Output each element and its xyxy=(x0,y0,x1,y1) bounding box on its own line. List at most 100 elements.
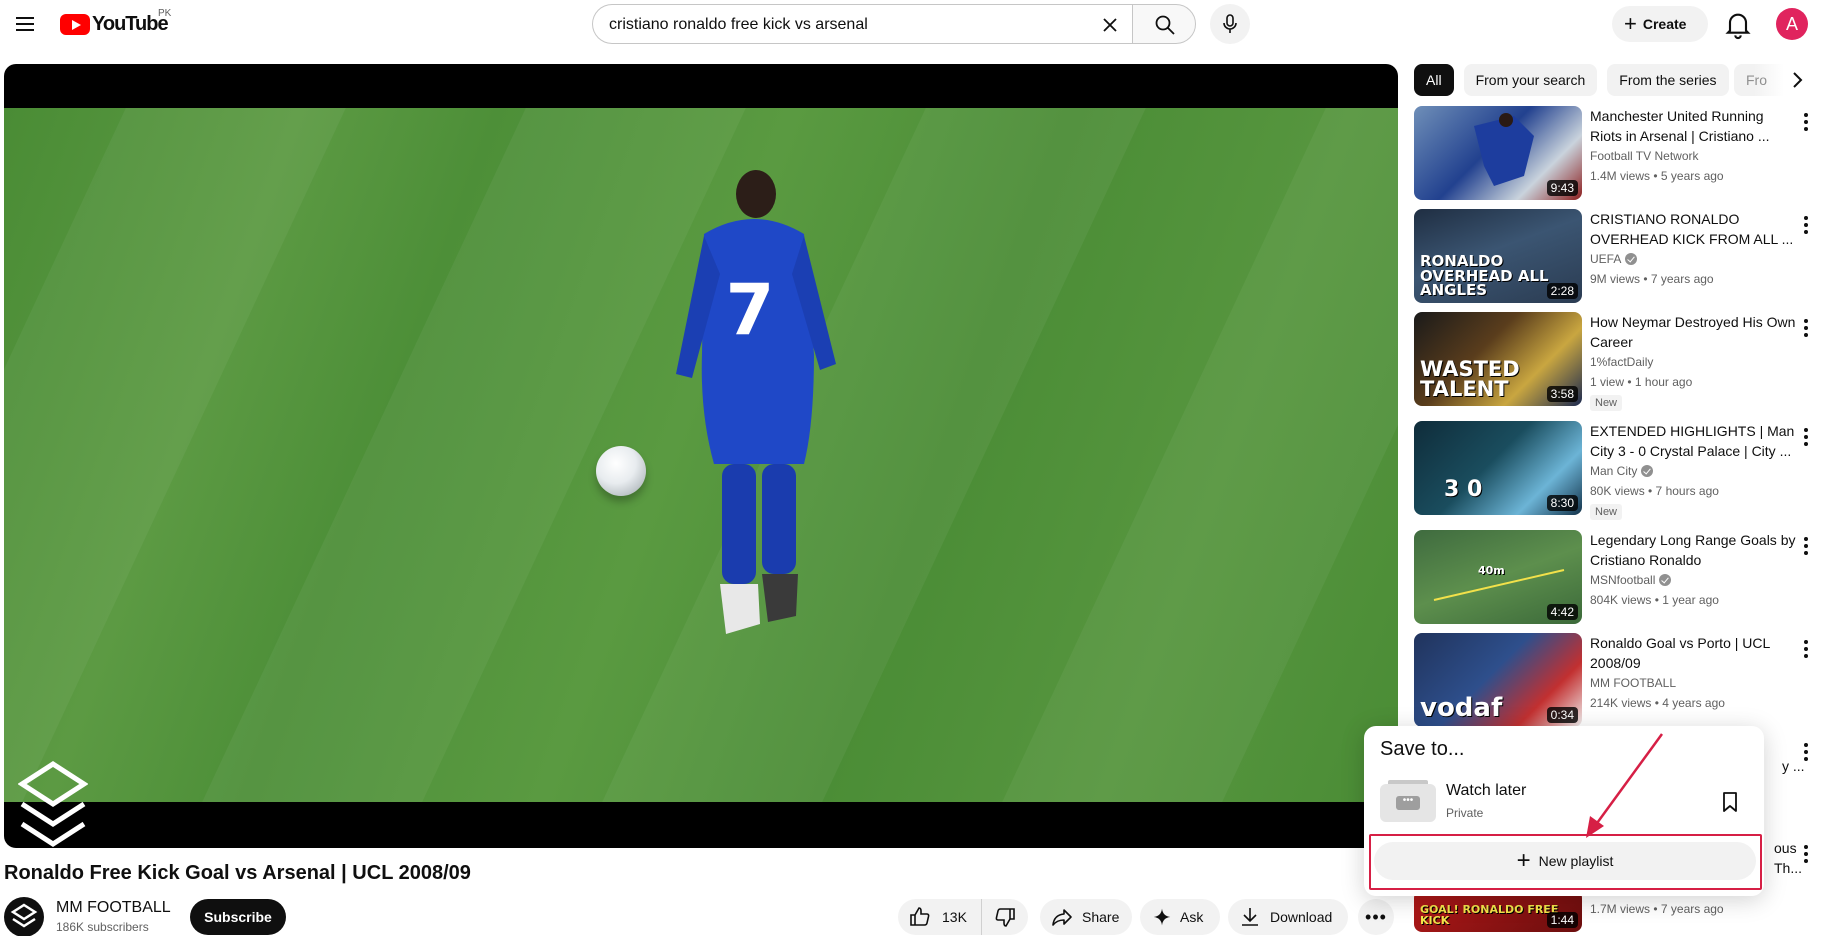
chevron-right-icon[interactable] xyxy=(1782,64,1814,96)
watch-later-thumbnail[interactable]: ••• xyxy=(1380,780,1436,822)
video-thumbnail[interactable]: 40m 4:42 xyxy=(1414,530,1582,624)
bookmark-icon[interactable] xyxy=(1718,790,1742,814)
kebab-menu-icon[interactable] xyxy=(1798,637,1814,661)
jersey-number: 7 xyxy=(726,269,775,351)
new-badge: New xyxy=(1590,395,1623,411)
play-logo-icon xyxy=(60,13,90,35)
like-button[interactable]: 13K xyxy=(898,899,982,935)
video-thumbnail[interactable]: WASTED TALENT 3:58 xyxy=(1414,312,1582,406)
channel-name[interactable]: UEFA xyxy=(1590,252,1638,266)
notifications-bell-icon[interactable] xyxy=(1722,8,1754,40)
more-dots-icon: ••• xyxy=(1365,906,1387,927)
video-title: Ronaldo Free Kick Goal vs Arsenal | UCL … xyxy=(4,862,471,884)
channel-name[interactable]: MM FOOTBALL xyxy=(1590,676,1676,690)
kebab-menu-icon[interactable] xyxy=(1798,425,1814,449)
like-count: 13K xyxy=(942,909,967,925)
search-input[interactable]: cristiano ronaldo free kick vs arsenal xyxy=(592,4,1132,44)
account-avatar[interactable]: A xyxy=(1776,8,1808,40)
video-title[interactable]: EXTENDED HIGHLIGHTS | Man City 3 - 0 Cry… xyxy=(1590,421,1798,461)
video-meta: 1.7M views • 7 years ago xyxy=(1590,902,1724,916)
new-playlist-label: New playlist xyxy=(1538,853,1614,869)
video-meta: 9M views • 7 years ago xyxy=(1590,272,1714,286)
video-title[interactable]: How Neymar Destroyed His Own Career xyxy=(1590,312,1798,352)
video-duration: 1:44 xyxy=(1546,912,1578,928)
search-icon xyxy=(1155,15,1175,35)
kebab-menu-icon[interactable] xyxy=(1798,213,1814,237)
channel-avatar[interactable] xyxy=(4,897,44,936)
playlist-name[interactable]: Watch later xyxy=(1446,782,1526,800)
kebab-menu-icon[interactable] xyxy=(1798,740,1814,764)
video-duration: 4:42 xyxy=(1546,604,1578,620)
search-query: cristiano ronaldo free kick vs arsenal xyxy=(609,16,868,33)
like-dislike-group: 13K xyxy=(898,899,1028,935)
download-label: Download xyxy=(1270,909,1333,925)
video-player[interactable]: 7 xyxy=(4,64,1398,848)
recommendation-item[interactable]: RONALDO OVERHEAD ALL ANGLES 2:28 CRISTIA… xyxy=(1414,209,1814,305)
dislike-button[interactable] xyxy=(982,899,1028,935)
chip-partial[interactable]: Fro xyxy=(1734,64,1784,96)
video-thumbnail[interactable]: 3 0 8:30 xyxy=(1414,421,1582,515)
recommendation-item[interactable]: WASTED TALENT 3:58 How Neymar Destroyed … xyxy=(1414,312,1814,418)
annotation-arrow-icon xyxy=(1586,733,1664,838)
video-duration: 8:30 xyxy=(1546,495,1578,511)
share-button[interactable]: Share xyxy=(1040,899,1132,935)
video-thumbnail[interactable]: vodaf 0:34 xyxy=(1414,633,1582,727)
thumbnail-text: 40m xyxy=(1478,563,1505,577)
verified-badge-icon xyxy=(1641,465,1654,477)
chip-all[interactable]: All xyxy=(1414,64,1454,96)
dialog-title: Save to... xyxy=(1380,738,1465,760)
create-button[interactable]: + Create xyxy=(1612,6,1708,42)
video-thumbnail[interactable]: GOAL! RONALDO FREE KICK 1:44 xyxy=(1414,890,1582,932)
recommendation-item[interactable]: 3 0 8:30 EXTENDED HIGHLIGHTS | Man City … xyxy=(1414,421,1814,527)
voice-search-button[interactable] xyxy=(1210,4,1250,44)
channel-name[interactable]: Man City xyxy=(1590,464,1654,478)
channel-name[interactable]: MM FOOTBALL xyxy=(56,899,171,917)
filter-chips: All From your search From the series xyxy=(1414,64,1729,96)
recommendation-item[interactable]: 40m 4:42 Legendary Long Range Goals by C… xyxy=(1414,530,1814,626)
chip-from-your-search[interactable]: From your search xyxy=(1463,64,1598,96)
more-actions-button[interactable]: ••• xyxy=(1358,899,1394,935)
new-playlist-button[interactable]: + New playlist xyxy=(1374,842,1756,880)
video-title[interactable]: Legendary Long Range Goals by Cristiano … xyxy=(1590,530,1798,570)
channel-name[interactable]: 1%factDaily xyxy=(1590,355,1653,369)
video-duration: 0:34 xyxy=(1546,707,1578,723)
ask-button[interactable]: Ask xyxy=(1140,899,1220,935)
thumbnail-text: vodaf xyxy=(1420,693,1503,724)
thumbs-down-icon xyxy=(995,908,1015,927)
channel-logo-icon xyxy=(10,903,38,928)
video-meta: 214K views • 4 years ago xyxy=(1590,696,1725,710)
share-arrow-icon xyxy=(1052,909,1072,926)
video-title[interactable]: CRISTIANO RONALDO OVERHEAD KICK FROM ALL… xyxy=(1590,209,1798,249)
ask-label: Ask xyxy=(1180,909,1204,925)
kebab-menu-icon[interactable] xyxy=(1798,534,1814,558)
more-dots-icon: ••• xyxy=(1396,796,1420,810)
plus-icon: + xyxy=(1516,847,1531,874)
video-duration: 3:58 xyxy=(1546,386,1578,402)
video-title[interactable]: Manchester United Running Riots in Arsen… xyxy=(1590,106,1798,146)
verified-badge-icon xyxy=(1659,574,1672,586)
recommendation-item[interactable]: 9:43 Manchester United Running Riots in … xyxy=(1414,106,1814,202)
download-button[interactable]: Download xyxy=(1228,899,1348,935)
channel-name[interactable]: MSNfootball xyxy=(1590,573,1672,587)
sparkle-icon xyxy=(1153,908,1171,926)
kebab-menu-icon[interactable] xyxy=(1798,842,1814,866)
channel-name[interactable]: Football TV Network xyxy=(1590,149,1699,163)
video-title[interactable]: Ronaldo Goal vs Porto | UCL 2008/09 xyxy=(1590,633,1798,673)
clear-search-icon[interactable] xyxy=(1098,13,1122,37)
video-meta: 80K views • 7 hours ago xyxy=(1590,484,1719,498)
footballer-figure: 7 xyxy=(676,170,836,634)
hamburger-menu-icon[interactable] xyxy=(14,12,38,36)
recommendation-item[interactable]: vodaf 0:34 Ronaldo Goal vs Porto | UCL 2… xyxy=(1414,633,1814,729)
subscribe-button[interactable]: Subscribe xyxy=(190,899,286,935)
search-button[interactable] xyxy=(1132,4,1196,44)
chip-from-the-series[interactable]: From the series xyxy=(1607,64,1729,96)
kebab-menu-icon[interactable] xyxy=(1798,110,1814,134)
youtube-logo[interactable]: YouTube xyxy=(60,12,169,36)
kebab-menu-icon[interactable] xyxy=(1798,316,1814,340)
video-thumbnail[interactable]: RONALDO OVERHEAD ALL ANGLES 2:28 xyxy=(1414,209,1582,303)
logo-text: YouTube xyxy=(92,12,169,35)
video-duration: 2:28 xyxy=(1546,283,1578,299)
video-thumbnail[interactable]: 9:43 xyxy=(1414,106,1582,200)
football xyxy=(596,446,646,496)
country-code: PK xyxy=(158,8,172,19)
